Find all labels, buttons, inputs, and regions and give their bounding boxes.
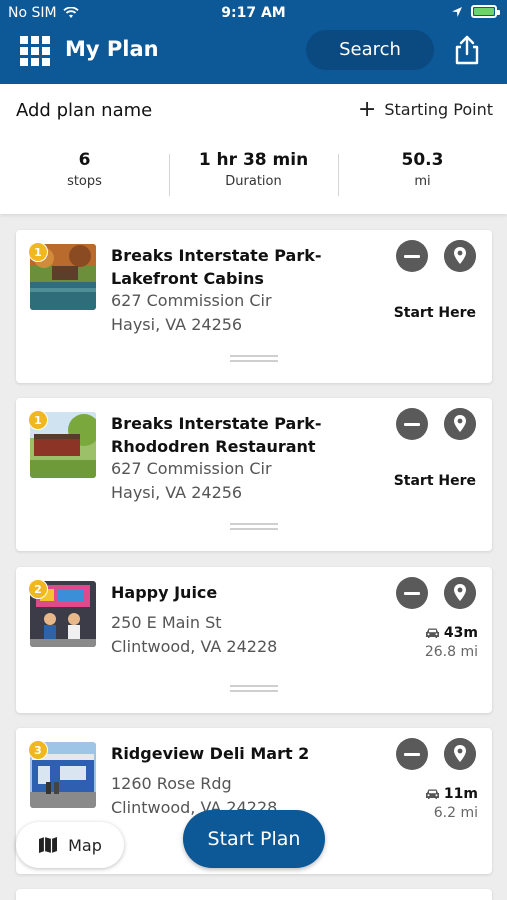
stop-number-badge: 2	[28, 579, 48, 599]
battery-icon	[471, 5, 500, 18]
stat-stops: 6 stops	[0, 150, 169, 198]
starting-point-button[interactable]: + Starting Point	[357, 96, 493, 122]
status-bar: No SIM 9:17 AM	[0, 0, 507, 28]
car-icon	[425, 789, 439, 799]
remove-stop-icon[interactable]	[396, 240, 428, 272]
drag-handle-icon[interactable]	[230, 355, 278, 362]
stat-value: 1 hr 38 min	[198, 150, 309, 170]
menu-grid-icon[interactable]	[20, 36, 50, 66]
share-icon[interactable]	[452, 34, 482, 66]
stop-number-badge: 1	[28, 410, 48, 430]
app-header: No SIM 9:17 AM My Plan Search	[0, 0, 507, 84]
stop-address: 250 E Main St Clintwood, VA 24228	[111, 613, 278, 656]
stop-card[interactable]: 1 Breaks Interstate Park- Lakefront Cabi…	[16, 230, 492, 383]
map-icon	[39, 837, 58, 853]
stop-title: Breaks Interstate Park- Rhododren Restau…	[111, 414, 322, 456]
drag-handle-icon[interactable]	[230, 523, 278, 530]
plan-summary: Add plan name + Starting Point 6 stops 1…	[0, 84, 507, 214]
drive-time: 11m	[443, 786, 478, 802]
plus-icon: +	[357, 96, 377, 122]
drive-distance: 26.8 mi	[424, 644, 478, 660]
stop-title: Ridgeview Deli Mart 2	[111, 744, 310, 763]
plan-name-field[interactable]: Add plan name	[16, 100, 152, 121]
start-here-label[interactable]: Start Here	[394, 305, 476, 321]
stat-duration: 1 hr 38 min Duration	[169, 150, 338, 198]
stop-title: Breaks Interstate Park- Lakefront Cabins	[111, 246, 322, 288]
stat-label: mi	[414, 174, 431, 189]
page-title: My Plan	[65, 37, 159, 61]
stop-address: 627 Commission Cir Haysi, VA 24256	[111, 291, 272, 334]
stat-label: Duration	[225, 174, 282, 189]
stop-number-badge: 1	[28, 242, 48, 262]
drag-handle-icon[interactable]	[230, 685, 278, 692]
plan-stats: 6 stops 1 hr 38 min Duration 50.3 mi	[0, 150, 507, 198]
car-icon	[425, 628, 439, 638]
drive-info: 11m 6.2 mi	[425, 786, 478, 821]
remove-stop-icon[interactable]	[396, 738, 428, 770]
map-pin-icon[interactable]	[444, 738, 476, 770]
stop-title: Happy Juice	[111, 583, 218, 602]
search-button[interactable]: Search	[306, 30, 434, 70]
starting-point-label: Starting Point	[384, 100, 493, 119]
stop-card[interactable]	[16, 889, 492, 900]
status-time: 9:17 AM	[221, 5, 286, 21]
stop-address: 627 Commission Cir Haysi, VA 24256	[111, 459, 272, 502]
remove-stop-icon[interactable]	[396, 577, 428, 609]
stop-card[interactable]: 1 Breaks Interstate Park- Rhododren Rest…	[16, 398, 492, 551]
start-plan-button[interactable]: Start Plan	[183, 810, 325, 868]
stat-distance: 50.3 mi	[338, 150, 507, 198]
map-button[interactable]: Map	[16, 822, 124, 868]
nav-bar: My Plan Search	[0, 28, 507, 84]
drive-distance: 6.2 mi	[433, 805, 478, 821]
stat-label: stops	[67, 174, 102, 189]
map-button-label: Map	[68, 835, 102, 855]
remove-stop-icon[interactable]	[396, 408, 428, 440]
status-right	[451, 5, 500, 18]
location-arrow-icon	[452, 6, 462, 17]
stop-number-badge: 3	[28, 740, 48, 760]
stop-card[interactable]: 2 Happy Juice 250 E Main St Clintwood, V…	[16, 567, 492, 713]
stat-value: 6	[78, 150, 91, 170]
drive-time: 43m	[443, 625, 478, 641]
stat-value: 50.3	[401, 150, 444, 170]
map-pin-icon[interactable]	[444, 577, 476, 609]
map-pin-icon[interactable]	[444, 240, 476, 272]
drive-info: 43m 26.8 mi	[425, 625, 478, 660]
map-pin-icon[interactable]	[444, 408, 476, 440]
start-here-label[interactable]: Start Here	[394, 473, 476, 489]
